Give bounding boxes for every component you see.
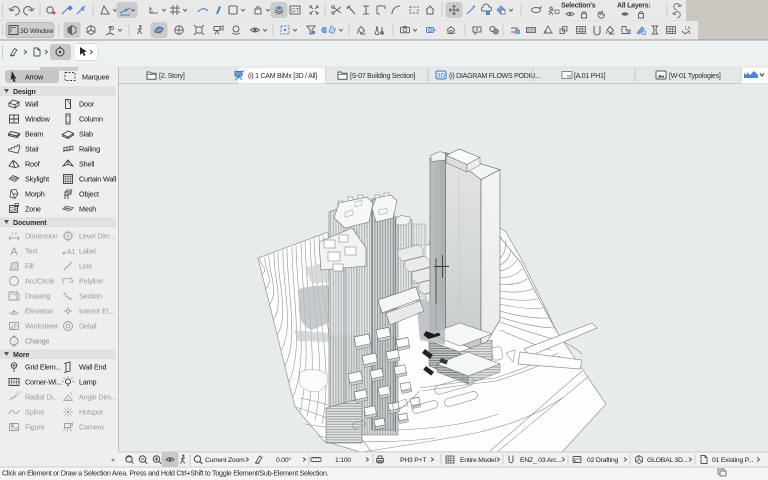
svg-text:ENZ_ 03 Arc...: ENZ_ 03 Arc...: [520, 457, 562, 464]
svg-text:Angle Dim...: Angle Dim...: [79, 393, 116, 402]
svg-text:Selection's: Selection's: [561, 3, 596, 10]
svg-text:PH3 P+T: PH3 P+T: [400, 457, 426, 464]
svg-text:Change: Change: [25, 337, 49, 346]
svg-text::::: :::: [12, 339, 16, 344]
svg-text:Section: Section: [79, 292, 102, 301]
svg-text:Detail: Detail: [79, 322, 97, 331]
svg-text:[A.01 PH1]: [A.01 PH1]: [574, 73, 606, 80]
svg-text:Text: Text: [25, 247, 38, 256]
svg-text:GLOBAL 3D...: GLOBAL 3D...: [647, 457, 688, 464]
svg-text:Entire Model: Entire Model: [460, 457, 496, 464]
svg-text:1:100: 1:100: [335, 457, 351, 464]
svg-text:Line: Line: [79, 262, 92, 271]
svg-text:(i) 1 CAM BiMx [3D / All]: (i) 1 CAM BiMx [3D / All]: [248, 73, 317, 80]
svg-text:Figure: Figure: [25, 423, 45, 432]
svg-text:Spline: Spline: [25, 408, 44, 417]
svg-text:Label: Label: [79, 247, 96, 256]
svg-text:Mesh: Mesh: [79, 205, 96, 214]
svg-text:Arrow: Arrow: [25, 72, 44, 81]
svg-text:01 Existing P...: 01 Existing P...: [712, 457, 754, 464]
svg-text:0.00°: 0.00°: [276, 456, 291, 464]
svg-text:(i) DIAGRAM FLOWS PODIU...: (i) DIAGRAM FLOWS PODIU...: [449, 73, 540, 80]
svg-text:Worksheet: Worksheet: [25, 322, 58, 331]
svg-text:[S-07 Building Section]: [S-07 Building Section]: [350, 73, 415, 80]
svg-text:Morph: Morph: [25, 190, 45, 199]
svg-text:Lamp: Lamp: [79, 378, 97, 387]
svg-text:More: More: [13, 352, 30, 359]
svg-text:Railing: Railing: [79, 145, 100, 154]
svg-text:02 Drafting: 02 Drafting: [587, 457, 618, 464]
svg-text:Click an Element or Draw a Sel: Click an Element or Draw a Selection Are…: [2, 469, 329, 478]
svg-text:A: A: [10, 246, 18, 258]
svg-text:Dimension: Dimension: [25, 232, 58, 241]
svg-text:[2. Story]: [2. Story]: [159, 73, 185, 80]
svg-text:Object: Object: [79, 190, 99, 199]
svg-text:[W-01 Typologies]: [W-01 Typologies]: [669, 73, 721, 80]
svg-text:Wall End: Wall End: [79, 363, 106, 372]
svg-text:1.2: 1.2: [12, 231, 18, 236]
svg-text:Drawing: Drawing: [25, 292, 50, 301]
svg-text:Column: Column: [79, 115, 103, 124]
svg-text:Zone: Zone: [25, 205, 41, 214]
svg-text:Slab: Slab: [79, 130, 93, 139]
svg-text:Fill: Fill: [25, 262, 34, 271]
svg-text:Grid Elem...: Grid Elem...: [25, 363, 61, 372]
svg-text:Polyline: Polyline: [79, 277, 103, 286]
svg-text:Door: Door: [79, 100, 95, 109]
svg-text:Corner-Wi...: Corner-Wi...: [25, 378, 62, 387]
svg-text:Roof: Roof: [25, 160, 40, 169]
svg-text:Arc/Circle: Arc/Circle: [25, 277, 55, 286]
svg-text:Wall: Wall: [25, 100, 39, 109]
svg-text:Level Dim...: Level Dim...: [79, 232, 115, 241]
svg-text:Beam: Beam: [25, 130, 43, 139]
svg-text:GT: GT: [291, 9, 300, 15]
svg-text:3D: 3D: [437, 73, 446, 80]
svg-text:3D Window: 3D Window: [20, 28, 53, 35]
svg-text:Hotspot: Hotspot: [79, 408, 103, 417]
svg-text:1.2: 1.2: [70, 231, 75, 235]
svg-text:Shell: Shell: [79, 160, 95, 169]
svg-text:Elevation: Elevation: [25, 307, 53, 316]
svg-text:Skylight: Skylight: [25, 175, 49, 184]
svg-text:Current Zoom: Current Zoom: [205, 457, 245, 464]
svg-text:Marquee: Marquee: [82, 72, 109, 81]
svg-text:Stair: Stair: [25, 145, 40, 154]
svg-text:1.2: 1.2: [16, 391, 21, 395]
svg-text:Radial Di...: Radial Di...: [25, 393, 59, 402]
svg-text:Camera: Camera: [79, 423, 104, 432]
svg-text:Window: Window: [25, 115, 51, 124]
svg-text:A1: A1: [67, 249, 76, 256]
svg-text:Interior El...: Interior El...: [79, 307, 114, 316]
svg-text:Curtain Wall: Curtain Wall: [79, 175, 117, 184]
svg-text:All Layers:: All Layers:: [617, 3, 651, 10]
svg-text:Design: Design: [13, 89, 36, 96]
svg-text:Document: Document: [13, 220, 47, 227]
